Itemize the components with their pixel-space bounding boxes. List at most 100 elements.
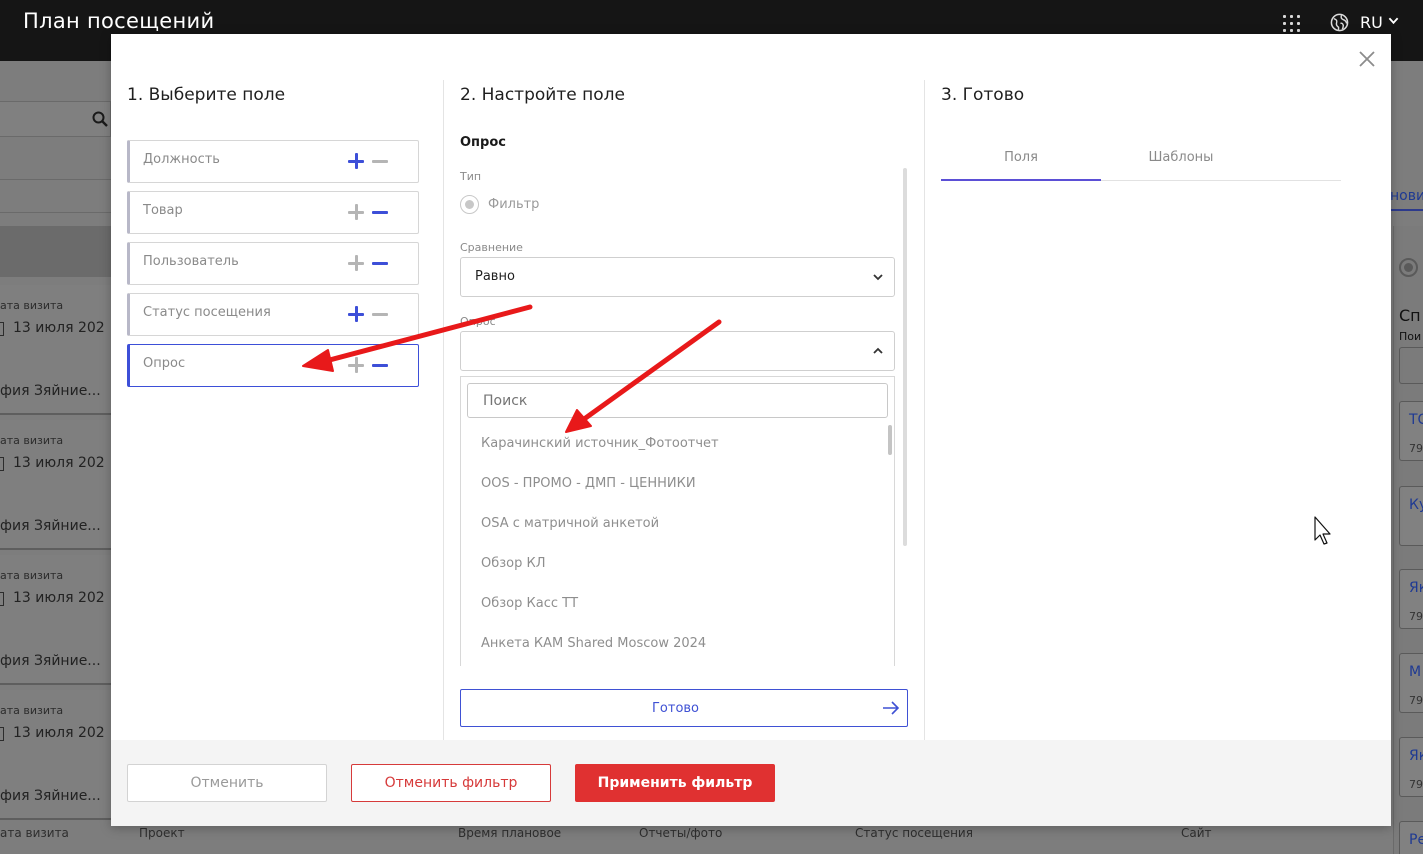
background-list-card: Ре — [1399, 821, 1423, 854]
column-divider — [443, 80, 444, 740]
configured-field-name: Опрос — [460, 135, 506, 150]
column-scrollbar[interactable] — [903, 168, 907, 546]
survey-option[interactable]: OOS - ПРОМО - ДМП - ЦЕННИКИ — [481, 476, 696, 491]
card-number: 79 — [1409, 778, 1423, 791]
survey-dropdown: Карачинский источник_Фотоотчет OOS - ПРО… — [460, 376, 895, 666]
card-title: Як — [1409, 748, 1423, 764]
filter-modal: 1. Выберите поле Должность Товар Пользов… — [111, 34, 1391, 826]
modal-footer: Отменить Отменить фильтр Применить фильт… — [111, 740, 1391, 826]
table-header-cell: Время плановое — [458, 826, 562, 840]
table-header-cell: Статус посещения — [855, 826, 973, 840]
table-header-cell: ата визита — [0, 826, 69, 840]
table-header-cell: Сайт — [1181, 826, 1212, 840]
background-field — [0, 140, 111, 180]
field-item-status[interactable]: Статус посещения — [127, 293, 419, 336]
search-icon — [92, 111, 108, 127]
chevron-down-icon[interactable] — [1388, 15, 1399, 26]
visit-date-label: ата визита — [0, 569, 64, 582]
card-title: ТС — [1409, 412, 1423, 428]
cancel-button[interactable]: Отменить — [127, 764, 327, 802]
plus-icon[interactable] — [348, 153, 364, 169]
table-header-cell: Отчеты/фото — [639, 826, 723, 840]
compare-label: Сравнение — [460, 241, 523, 254]
compare-select[interactable]: Равно — [460, 257, 895, 297]
background-list-card: Ку — [1399, 486, 1423, 546]
tab-templates[interactable]: Шаблоны — [1101, 146, 1261, 180]
background-visit-card: ата визита 13 июля 202 фия Зяйние... — [0, 420, 111, 550]
background-visit-card: ата визита 13 июля 202 фия Зяйние... — [0, 690, 111, 820]
column-divider — [924, 80, 925, 740]
app-title: План посещений — [23, 9, 215, 33]
tab-fields[interactable]: Поля — [941, 146, 1101, 181]
chevron-up-icon — [873, 347, 883, 354]
card-title: Як — [1409, 580, 1423, 596]
card-number: 79 — [1409, 694, 1423, 707]
background-link: нови — [1386, 184, 1423, 211]
card-title: Ре — [1409, 832, 1423, 848]
survey-option[interactable]: Анкета КАМ Shared Moscow 2024 — [481, 636, 706, 651]
card-number: 79 — [1409, 442, 1423, 455]
card-number: 79 — [1409, 610, 1423, 623]
table-header-cell: Проект — [139, 826, 185, 840]
plus-icon[interactable] — [348, 306, 364, 322]
field-item-dolzhnost[interactable]: Должность — [127, 140, 419, 183]
close-icon[interactable] — [1357, 49, 1377, 69]
done-button[interactable]: Готово — [460, 689, 908, 727]
survey-option[interactable]: Обзор Касс ТТ — [481, 596, 578, 611]
survey-option[interactable]: Обзор КЛ — [481, 556, 546, 571]
field-item-opros[interactable]: Опрос — [127, 344, 419, 387]
field-item-label: Статус посещения — [143, 305, 271, 320]
step1-title: 1. Выберите поле — [127, 85, 286, 105]
plus-icon[interactable] — [348, 357, 364, 373]
survey-option[interactable]: Карачинский источник_Фотоотчет — [481, 436, 719, 451]
calendar-icon — [0, 457, 4, 471]
minus-icon[interactable] — [372, 153, 388, 169]
visit-date-label: ата визита — [0, 704, 64, 717]
minus-icon[interactable] — [372, 357, 388, 373]
minus-icon[interactable] — [372, 306, 388, 322]
result-tabs: Поля Шаблоны — [941, 146, 1341, 181]
field-item-label: Должность — [143, 152, 220, 167]
minus-icon[interactable] — [372, 255, 388, 271]
chevron-down-icon — [873, 274, 883, 281]
reset-filter-button[interactable]: Отменить фильтр — [351, 764, 551, 802]
minus-icon[interactable] — [372, 204, 388, 220]
visit-user-name: фия Зяйние... — [0, 518, 101, 534]
step2-title: 2. Настройте поле — [460, 85, 625, 105]
background-list-card: ТС 79 — [1399, 401, 1423, 461]
language-selector[interactable]: RU — [1360, 13, 1383, 32]
visit-date-label: ата визита — [0, 434, 64, 447]
survey-label: Опрос — [460, 315, 496, 328]
visit-date: 13 июля 202 — [13, 320, 105, 336]
globe-icon[interactable] — [1330, 13, 1349, 32]
plus-icon[interactable] — [348, 255, 364, 271]
background-list-card: М 79 — [1399, 653, 1423, 713]
compare-select-value: Равно — [475, 269, 515, 284]
arrow-right-icon — [883, 701, 900, 715]
dropdown-scrollbar[interactable] — [888, 425, 892, 455]
calendar-icon — [0, 592, 4, 606]
survey-select[interactable] — [460, 331, 895, 371]
calendar-icon — [0, 322, 4, 336]
field-item-polzovatel[interactable]: Пользователь — [127, 242, 419, 285]
apply-filter-button[interactable]: Применить фильтр — [575, 764, 775, 802]
card-title: М — [1409, 664, 1422, 680]
background-link-label: нови — [1390, 188, 1423, 204]
background-panel-heading: Сп — [1399, 306, 1421, 325]
visit-date: 13 июля 202 — [13, 725, 105, 741]
grid-icon[interactable] — [1283, 15, 1300, 32]
field-item-label: Товар — [143, 203, 183, 218]
visit-user-name: фия Зяйние... — [0, 653, 101, 669]
background-panel-input — [1399, 347, 1423, 384]
type-radio[interactable] — [460, 195, 479, 214]
field-item-tovar[interactable]: Товар — [127, 191, 419, 234]
visit-date: 13 июля 202 — [13, 590, 105, 606]
survey-search-input[interactable] — [467, 383, 888, 418]
background-header-band — [0, 226, 111, 277]
calendar-icon — [0, 727, 4, 741]
plus-icon[interactable] — [348, 204, 364, 220]
card-title: Ку — [1409, 497, 1423, 513]
background-field — [0, 183, 111, 213]
background-visit-card: ата визита 13 июля 202 фия Зяйние... — [0, 285, 111, 415]
survey-option[interactable]: OSA с матричной анкетой — [481, 516, 659, 531]
